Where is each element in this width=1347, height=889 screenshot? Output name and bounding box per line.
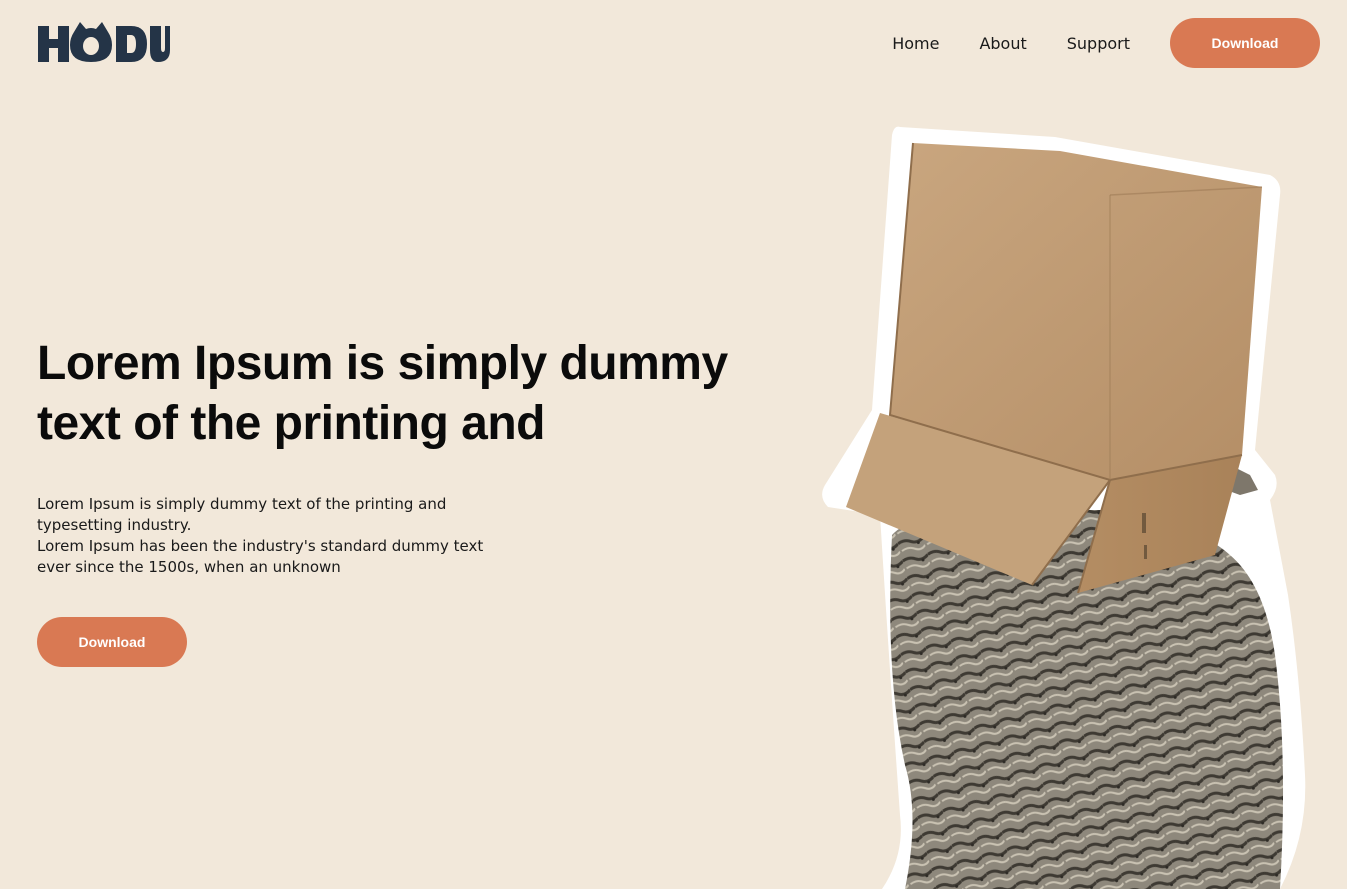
hero-description: Lorem Ipsum is simply dummy text of the …	[37, 494, 487, 578]
main-nav: Home About Support Download	[892, 18, 1320, 68]
hodu-logo-icon	[38, 22, 170, 62]
cat-box-image	[822, 126, 1306, 889]
hero-description-line-1: Lorem Ipsum is simply dummy text of the …	[37, 495, 447, 534]
logo[interactable]	[36, 20, 170, 66]
hero-title: Lorem Ipsum is simply dummy text of the …	[37, 337, 728, 450]
cat-in-box-illustration	[810, 115, 1320, 889]
nav-about-link[interactable]: About	[979, 34, 1026, 53]
nav-home-link[interactable]: Home	[892, 34, 939, 53]
nav-support-link[interactable]: Support	[1067, 34, 1130, 53]
hero-download-button[interactable]: Download	[37, 617, 187, 667]
header-download-button[interactable]: Download	[1170, 18, 1320, 68]
hero-description-line-2: Lorem Ipsum has been the industry's stan…	[37, 537, 484, 576]
